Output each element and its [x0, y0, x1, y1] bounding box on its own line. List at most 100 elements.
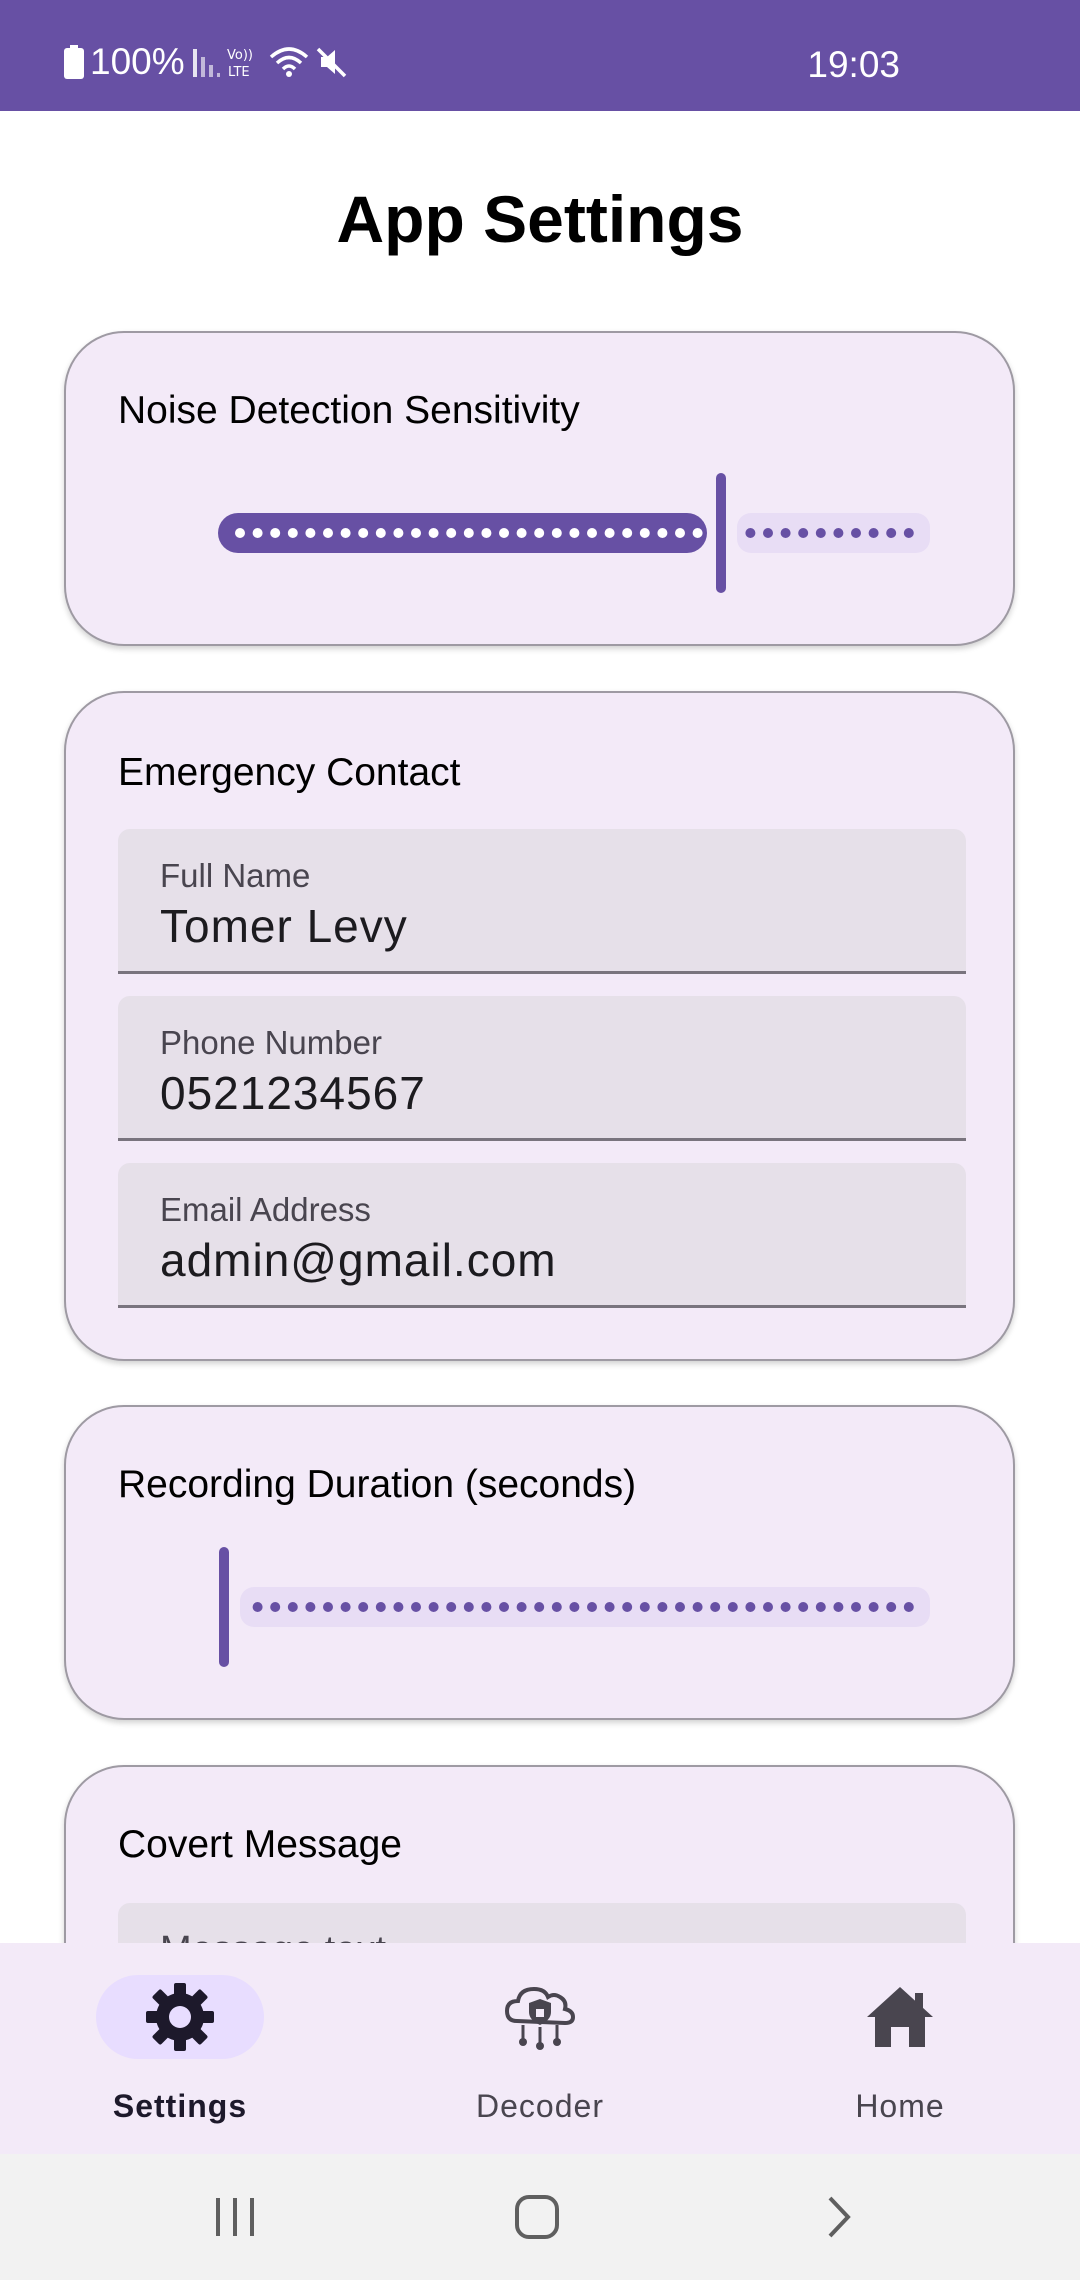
full-name-field[interactable]: Full Name Tomer Levy — [118, 829, 966, 974]
recording-duration-card: Recording Duration (seconds) — [64, 1405, 1015, 1720]
recording-slider-tick-dot — [551, 1602, 562, 1612]
recording-slider-tick-dot — [287, 1602, 298, 1612]
covert-message-card: Covert Message Message text — [64, 1765, 1015, 1943]
nav-item-settings[interactable]: Settings — [0, 1943, 360, 2154]
gear-icon — [146, 1983, 214, 2051]
recording-slider-tick-dot — [499, 1602, 509, 1612]
recording-slider-tick-dot — [622, 1602, 633, 1612]
signal-icon — [192, 49, 220, 77]
noise-sensitivity-card: Noise Detection Sensitivity — [64, 331, 1015, 646]
recording-slider-tick-dot — [798, 1602, 809, 1612]
recording-slider-tick-dot — [516, 1602, 527, 1612]
recording-slider-tick-dot — [375, 1602, 386, 1612]
noise-slider-tick-dot — [745, 528, 756, 538]
noise-slider-tick-dot — [657, 528, 668, 538]
home-button-icon[interactable] — [502, 2184, 572, 2250]
card-title: Noise Detection Sensitivity — [118, 389, 580, 432]
recording-slider-tick-dot — [727, 1602, 738, 1612]
recording-slider-tick-dot — [868, 1602, 879, 1612]
noise-slider-tick-dot — [340, 528, 351, 538]
full-name-label: Full Name — [160, 857, 311, 894]
recording-slider-tick-dot — [481, 1602, 492, 1612]
recording-slider-tick-dot — [411, 1602, 421, 1612]
noise-slider-tick-dot — [675, 528, 685, 538]
recording-slider-tick-dot — [903, 1602, 914, 1612]
card-title: Emergency Contact — [118, 751, 461, 794]
noise-slider-tick-dot — [639, 528, 650, 538]
email-address-label: Email Address — [160, 1191, 371, 1228]
noise-slider-tick-dot — [516, 528, 527, 538]
noise-slider-tick-dot — [375, 528, 386, 538]
svg-text:Vo)): Vo)) — [227, 48, 253, 63]
noise-slider-thumb — [716, 473, 726, 593]
phone-number-field[interactable]: Phone Number 0521234567 — [118, 996, 966, 1141]
recording-slider-tick-dot — [323, 1602, 333, 1612]
recording-slider-tick-dot — [252, 1602, 263, 1612]
phone-number-label: Phone Number — [160, 1024, 382, 1061]
card-title: Covert Message — [118, 1823, 402, 1866]
status-left: 100% Vo)) LTE — [64, 41, 349, 82]
recording-slider-tick-dot — [270, 1602, 281, 1612]
volte-icon: Vo)) LTE — [227, 48, 253, 79]
noise-slider-tick-dot — [499, 528, 509, 538]
noise-slider-tick-dot — [411, 528, 421, 538]
recording-slider-tick-dot — [692, 1602, 703, 1612]
noise-slider-tick-dot — [287, 528, 298, 538]
recording-duration-slider[interactable] — [154, 1547, 944, 1667]
noise-sensitivity-slider[interactable] — [154, 473, 944, 593]
status-bar: 100% Vo)) LTE 19:03 — [0, 0, 1080, 111]
recording-slider-tick-dot — [534, 1602, 545, 1612]
recording-slider-tick-dot — [675, 1602, 685, 1612]
nav-item-decoder[interactable]: Decoder — [360, 1943, 720, 2154]
email-address-value: admin@gmail.com — [160, 1234, 557, 1286]
noise-slider-tick-dot — [692, 528, 703, 538]
recording-slider-tick-dot — [763, 1602, 773, 1612]
noise-slider-tick-dot — [551, 528, 562, 538]
email-address-field[interactable]: Email Address admin@gmail.com — [118, 1163, 966, 1308]
noise-slider-tick-dot — [587, 528, 597, 538]
noise-slider-tick-dot — [393, 528, 404, 538]
message-text-field[interactable]: Message text — [118, 1903, 966, 1943]
noise-slider-tick-dot — [446, 528, 457, 538]
noise-slider-tick-dot — [252, 528, 263, 538]
recording-slider-tick-dot — [710, 1602, 721, 1612]
home-icon — [867, 1987, 933, 2047]
recording-slider-tick-dot — [639, 1602, 650, 1612]
noise-slider-tick-dot — [235, 528, 245, 538]
nav-item-home[interactable]: Home — [720, 1943, 1080, 2154]
recording-slider-tick-dot — [657, 1602, 668, 1612]
page-title: App Settings — [336, 182, 744, 256]
back-icon[interactable] — [804, 2184, 874, 2250]
battery-percent: 100% — [90, 41, 185, 82]
noise-slider-tick-dot — [323, 528, 333, 538]
noise-slider-tick-dot — [481, 528, 492, 538]
noise-slider-tick-dot — [622, 528, 633, 538]
cloud-shield-icon — [504, 1986, 576, 2050]
status-time: 19:03 — [807, 44, 900, 85]
settings-page: App Settings Noise Detection Sensitivity… — [0, 111, 1080, 1943]
slider-graphic — [219, 1547, 930, 1667]
recording-slider-tick-dot — [780, 1602, 791, 1612]
phone-number-value: 0521234567 — [160, 1067, 426, 1119]
noise-slider-tick-dot — [780, 528, 791, 538]
noise-slider-tick-dot — [763, 528, 773, 538]
noise-slider-tick-dot — [886, 528, 897, 538]
noise-slider-tick-dot — [305, 528, 316, 538]
noise-slider-tick-dot — [463, 528, 474, 538]
noise-slider-tick-dot — [868, 528, 879, 538]
card-title: Recording Duration (seconds) — [118, 1463, 637, 1506]
full-name-value: Tomer Levy — [160, 900, 408, 952]
system-navigation-bar — [0, 2154, 1080, 2280]
nav-label-settings: Settings — [112, 2088, 248, 2124]
noise-slider-tick-dot — [833, 528, 844, 538]
recording-slider-tick-dot — [569, 1602, 580, 1612]
noise-slider-tick-dot — [428, 528, 439, 538]
recording-slider-tick-dot — [833, 1602, 844, 1612]
nav-label-home: Home — [855, 2088, 945, 2124]
recents-icon[interactable] — [200, 2184, 270, 2250]
noise-slider-tick-dot — [534, 528, 545, 538]
recording-slider-tick-dot — [604, 1602, 615, 1612]
noise-slider-tick-dot — [903, 528, 914, 538]
noise-slider-tick-dot — [604, 528, 615, 538]
recording-slider-tick-dot — [393, 1602, 404, 1612]
